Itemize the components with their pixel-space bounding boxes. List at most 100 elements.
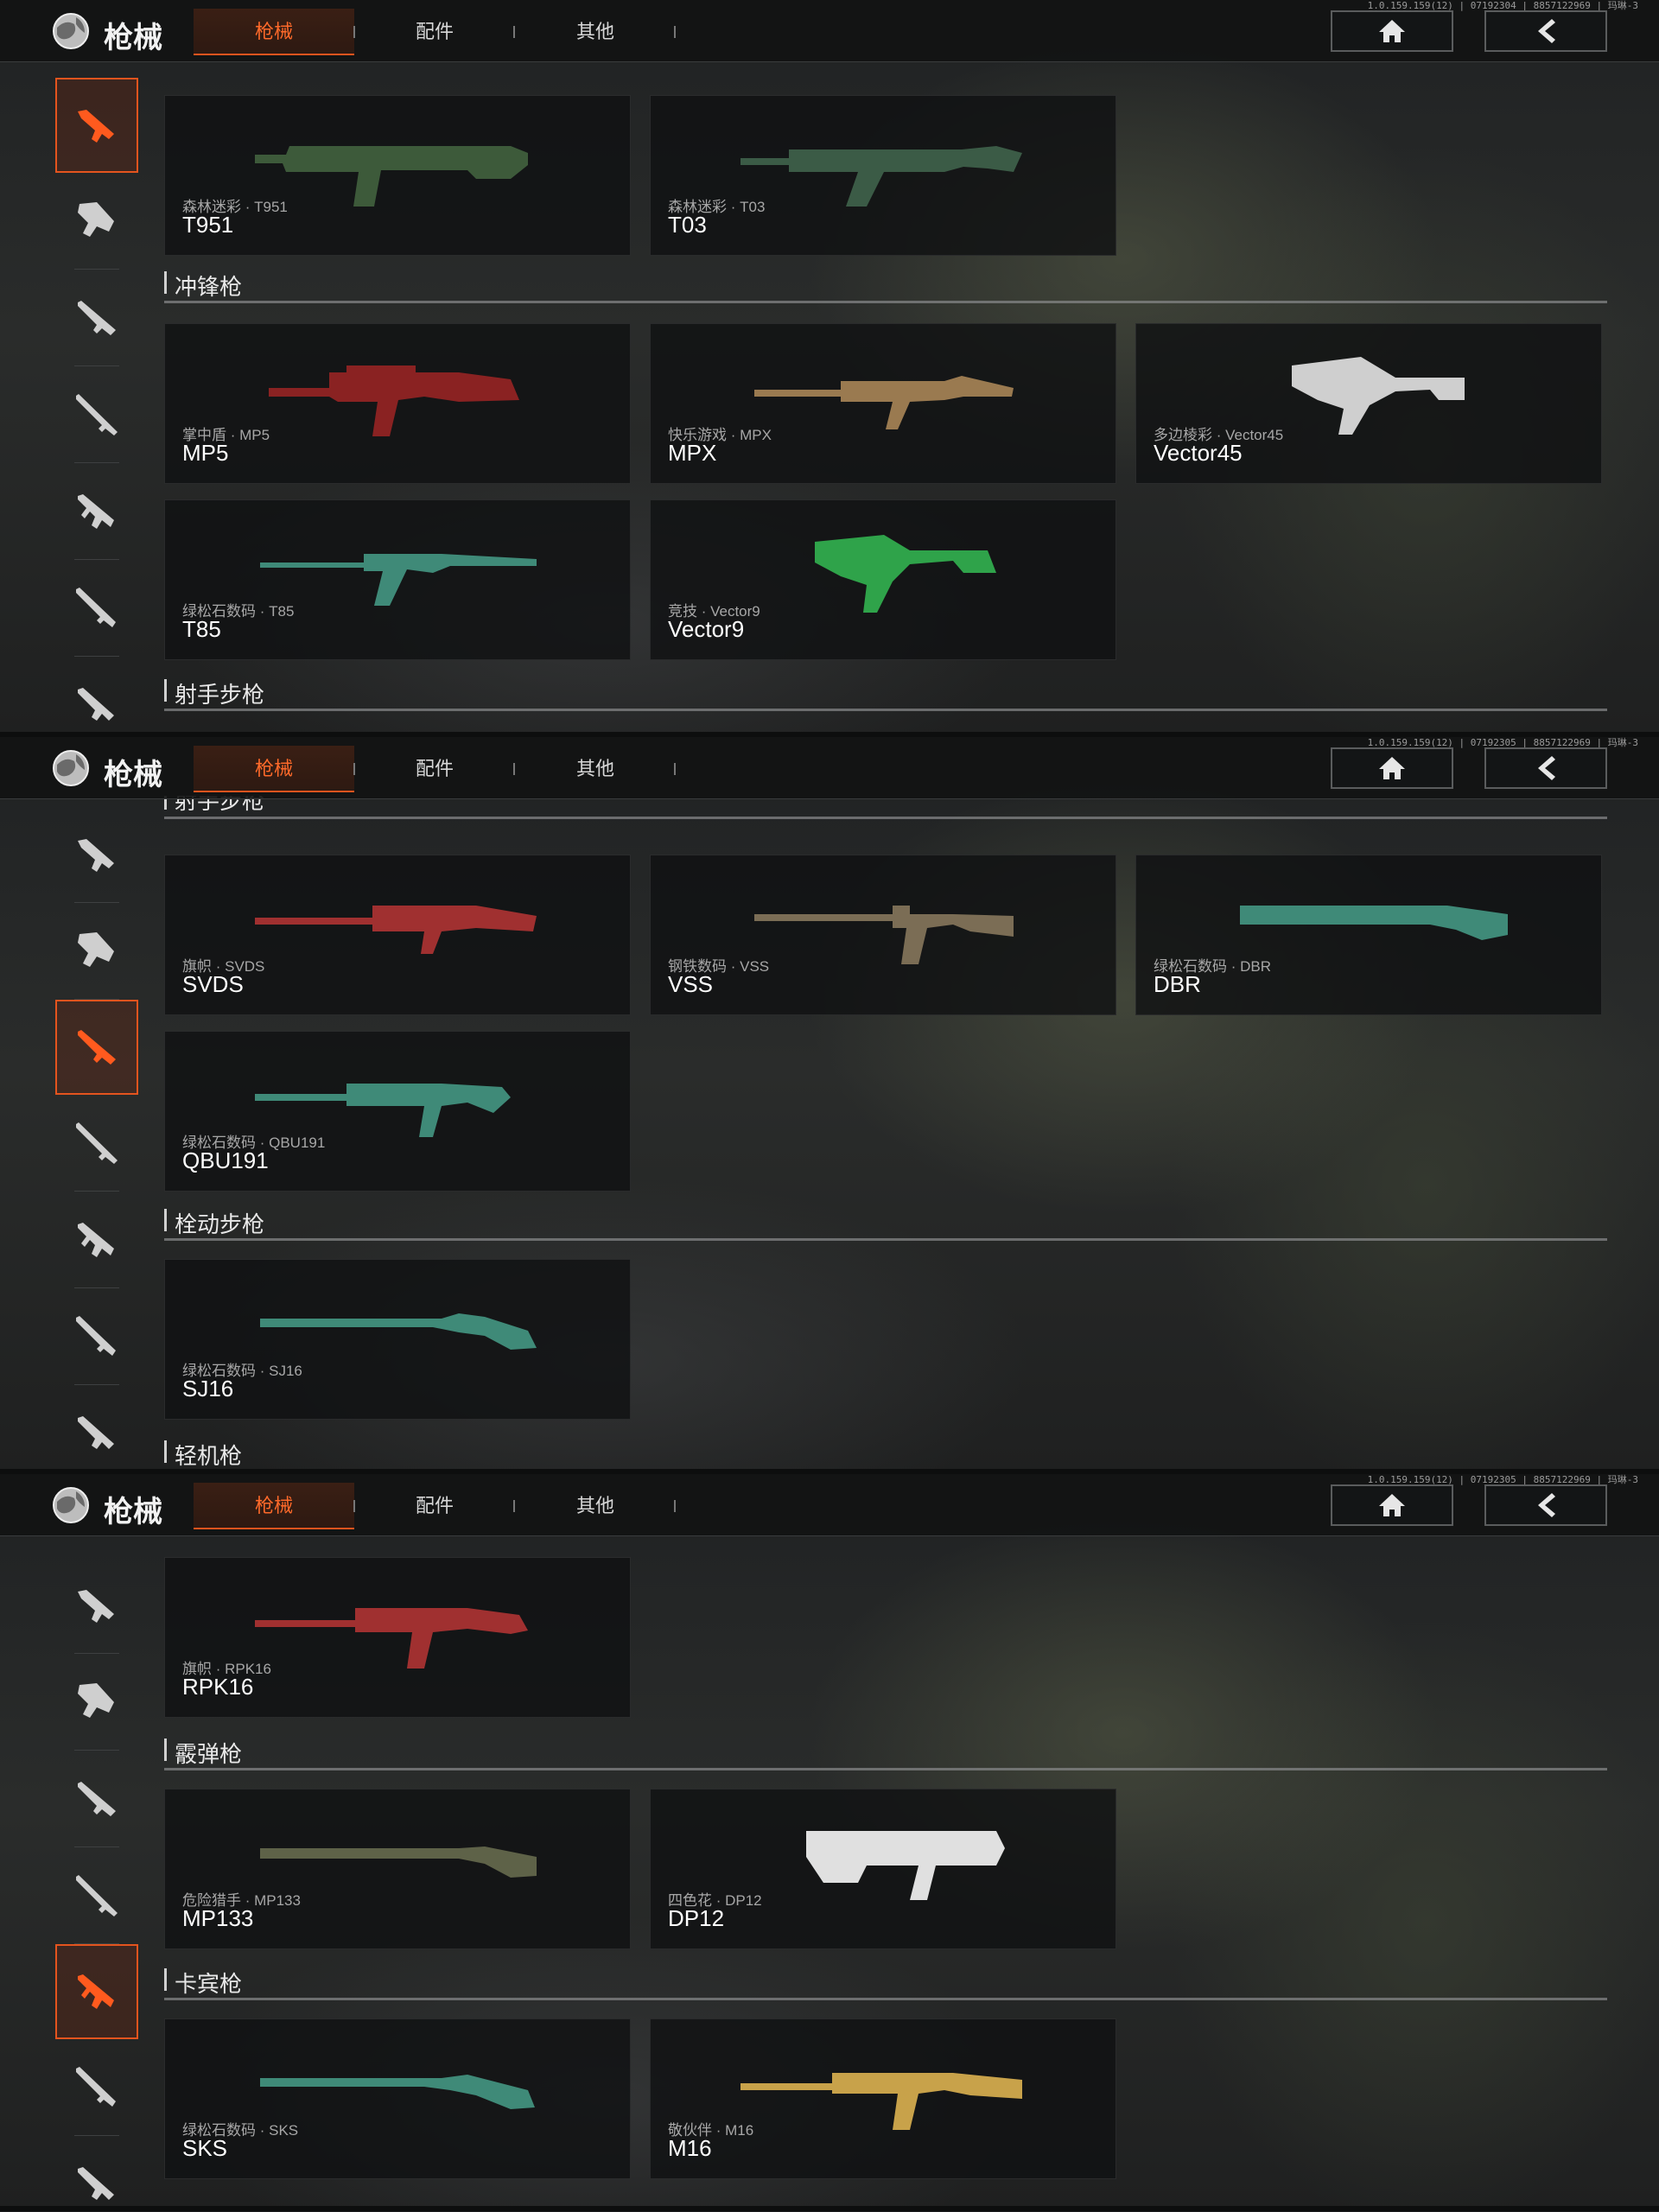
- weapon-image: [741, 2073, 1022, 2130]
- tab-guns[interactable]: 枪械: [194, 1483, 354, 1529]
- sidebar-item-assault-rifle[interactable]: [55, 78, 138, 173]
- weapon-card[interactable]: 钢铁数码 · VSS VSS: [650, 855, 1116, 1015]
- section-line: [164, 817, 1607, 819]
- weapon-card[interactable]: 绿松石数码 · T85 T85: [164, 499, 631, 660]
- home-icon: [1379, 757, 1405, 779]
- sidebar-item-lmg[interactable]: [52, 463, 142, 560]
- weapon-image: [260, 554, 537, 606]
- smg-icon: [78, 202, 114, 237]
- sidebar-item-smg[interactable]: [52, 173, 142, 270]
- weapon-image: [255, 1608, 528, 1669]
- weapon-image: [806, 1831, 1005, 1900]
- weapon-name: MP133: [182, 1905, 254, 1931]
- weapon-card[interactable]: 敬伙伴 · M16 M16: [650, 2018, 1116, 2179]
- sidebar-item-carbine[interactable]: [52, 657, 142, 737]
- back-button[interactable]: [1484, 747, 1607, 789]
- assault-rifle-icon: [78, 839, 114, 872]
- home-button[interactable]: [1331, 747, 1453, 789]
- weapon-card[interactable]: 绿松石数码 · DBR DBR: [1135, 855, 1602, 1015]
- weapon-name: QBU191: [182, 1147, 269, 1173]
- home-icon: [1379, 1494, 1405, 1516]
- home-button[interactable]: [1331, 10, 1453, 52]
- weapon-card[interactable]: 森林迷彩 · T951 T951: [164, 95, 631, 256]
- weapon-card[interactable]: 四色花 · DP12 DP12: [650, 1789, 1116, 1949]
- weapon-name: MPX: [668, 440, 717, 466]
- tab-divider: [674, 1500, 676, 1512]
- sidebar-item-lmg[interactable]: [55, 1944, 138, 2039]
- smg-icon: [78, 932, 114, 967]
- sidebar-item-sniper[interactable]: [52, 1095, 142, 1192]
- top-bar: 枪械 枪械 配件 其他 1.0.159.159(12) | 07192305 |…: [0, 737, 1659, 799]
- sidebar-item-shotgun[interactable]: [52, 560, 142, 657]
- globe-logo-icon: [53, 750, 89, 786]
- back-button[interactable]: [1484, 1484, 1607, 1526]
- weapon-name: MP5: [182, 440, 229, 466]
- sidebar-item-dmr[interactable]: [52, 1751, 142, 1847]
- tab-other[interactable]: 其他: [515, 9, 676, 55]
- category-sidebar: [52, 78, 142, 737]
- back-button[interactable]: [1484, 10, 1607, 52]
- sidebar-item-dmr[interactable]: [52, 270, 142, 366]
- tab-guns[interactable]: 枪械: [194, 746, 354, 792]
- weapon-name: T03: [668, 212, 707, 238]
- weapon-name: RPK16: [182, 1674, 254, 1700]
- tab-attachments[interactable]: 配件: [354, 9, 515, 55]
- weapon-card[interactable]: 绿松石数码 · SJ16 SJ16: [164, 1259, 631, 1420]
- sidebar-item-smg[interactable]: [52, 903, 142, 1000]
- lmg-icon: [78, 494, 114, 529]
- section-header: 冲锋枪: [164, 264, 1607, 303]
- chevron-left-icon: [1538, 1493, 1555, 1517]
- sidebar-item-smg[interactable]: [52, 1654, 142, 1751]
- section-label: 霰弹枪: [175, 1741, 243, 1767]
- smg-icon: [78, 1683, 114, 1718]
- section-bar: [164, 1440, 167, 1463]
- globe-logo-icon: [53, 13, 89, 49]
- weapon-name: DBR: [1154, 971, 1201, 997]
- page-title: 枪械: [104, 22, 162, 54]
- sidebar-item-lmg[interactable]: [52, 1192, 142, 1288]
- sidebar-item-shotgun[interactable]: [52, 2039, 142, 2136]
- shotgun-icon: [76, 588, 116, 627]
- weapon-card[interactable]: 旗帜 · RPK16 RPK16: [164, 1557, 631, 1718]
- sidebar-item-assault-rifle[interactable]: [52, 806, 142, 903]
- section-bar: [164, 271, 167, 294]
- weapon-name: Vector9: [668, 616, 745, 642]
- weapon-card[interactable]: 危险猎手 · MP133 MP133: [164, 1789, 631, 1949]
- home-button[interactable]: [1331, 1484, 1453, 1526]
- weapon-card[interactable]: 绿松石数码 · SKS SKS: [164, 2018, 631, 2179]
- tab-other[interactable]: 其他: [515, 746, 676, 792]
- section-line: [164, 1768, 1607, 1770]
- sniper-icon: [76, 1122, 118, 1164]
- sidebar-item-sniper[interactable]: [52, 1847, 142, 1944]
- dmr-icon: [78, 301, 116, 335]
- tab-guns[interactable]: 枪械: [194, 9, 354, 55]
- sidebar-item-carbine[interactable]: [52, 2136, 142, 2211]
- section-label: 卡宾枪: [175, 1971, 243, 1997]
- sidebar-item-sniper[interactable]: [52, 366, 142, 463]
- weapon-card[interactable]: 多边棱彩 · Vector45 Vector45: [1135, 323, 1602, 484]
- carbine-icon: [78, 1416, 114, 1449]
- carbine-icon: [78, 2167, 114, 2200]
- tab-attachments[interactable]: 配件: [354, 1483, 515, 1529]
- sidebar-item-carbine[interactable]: [52, 1385, 142, 1474]
- section-bar: [164, 679, 167, 702]
- weapon-name: VSS: [668, 971, 714, 997]
- weapon-card[interactable]: 快乐游戏 · MPX MPX: [650, 323, 1116, 484]
- chevron-left-icon: [1538, 756, 1555, 780]
- tab-attachments[interactable]: 配件: [354, 746, 515, 792]
- home-icon: [1379, 20, 1405, 42]
- dmr-icon: [78, 1030, 116, 1065]
- tab-other[interactable]: 其他: [515, 1483, 676, 1529]
- section-line: [164, 1998, 1607, 2000]
- sidebar-item-assault-rifle[interactable]: [52, 1557, 142, 1654]
- weapon-image: [255, 146, 528, 207]
- weapon-card[interactable]: 绿松石数码 · QBU191 QBU191: [164, 1031, 631, 1192]
- weapon-card[interactable]: 森林迷彩 · T03 T03: [650, 95, 1116, 256]
- weapon-card[interactable]: 竞技 · Vector9 Vector9: [650, 499, 1116, 660]
- section-label: 栓动步枪: [175, 1211, 265, 1237]
- carbine-icon: [78, 688, 114, 721]
- sidebar-item-shotgun[interactable]: [52, 1288, 142, 1385]
- weapon-card[interactable]: 旗帜 · SVDS SVDS: [164, 855, 631, 1015]
- sidebar-item-dmr[interactable]: [55, 1000, 138, 1095]
- weapon-card[interactable]: 掌中盾 · MP5 MP5: [164, 323, 631, 484]
